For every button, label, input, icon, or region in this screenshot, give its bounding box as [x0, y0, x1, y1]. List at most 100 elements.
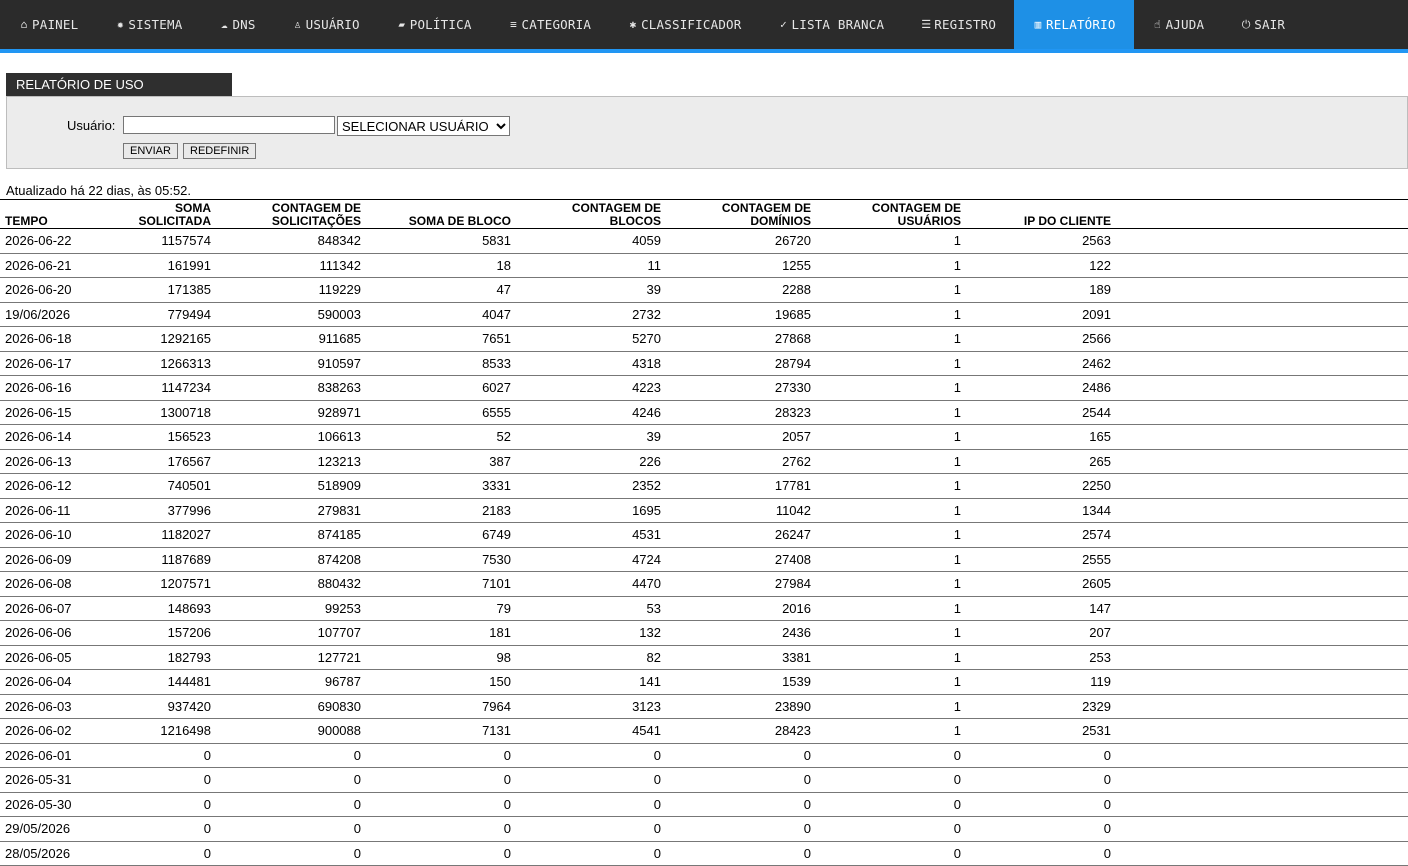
nav-label: SISTEMA	[128, 17, 183, 32]
cell-contagem-blocos: 226	[516, 449, 666, 474]
user-select[interactable]: SELECIONAR USUÁRIO	[337, 116, 510, 136]
nav-sair[interactable]: ⏻ SAIR	[1222, 0, 1303, 49]
table-row: 2026-06-13 176567 123213 387 226 2762 1 265	[0, 449, 1408, 474]
cell-soma-solicitada: 0	[105, 816, 216, 842]
cell-contagem-solicitacoes: 99253	[216, 596, 366, 621]
cell-contagem-dominios: 1255	[666, 253, 816, 278]
cell-ip-cliente: 119	[966, 669, 1116, 695]
cell-contagem-usuarios: 1	[816, 400, 966, 425]
table-row: 2026-06-14 156523 106613 52 39 2057 1 165	[0, 424, 1408, 450]
cell-contagem-blocos: 2732	[516, 302, 666, 327]
cell-soma-solicitada: 176567	[105, 449, 216, 474]
cell-tempo: 2026-06-21	[0, 253, 105, 278]
cell-soma-solicitada: 0	[105, 767, 216, 793]
cell-soma-bloco: 18	[366, 253, 516, 278]
cell-soma-solicitada: 1157574	[105, 228, 216, 254]
cell-contagem-dominios: 2016	[666, 596, 816, 621]
reset-button[interactable]: REDEFINIR	[183, 143, 257, 159]
cell-tempo: 2026-06-15	[0, 400, 105, 425]
cell-contagem-usuarios: 1	[816, 326, 966, 352]
nav-label: USUÁRIO	[305, 17, 360, 32]
nav-label: PAINEL	[32, 17, 79, 32]
cell-contagem-solicitacoes: 123213	[216, 449, 366, 474]
cell-soma-solicitada: 0	[105, 792, 216, 817]
cell-spacer	[1116, 547, 1408, 572]
cell-tempo: 2026-06-08	[0, 571, 105, 597]
cell-spacer	[1116, 522, 1408, 548]
nav-relatorio[interactable]: ▥ RELATÓRIO	[1014, 0, 1134, 49]
cell-contagem-blocos: 132	[516, 620, 666, 646]
cell-contagem-blocos: 5270	[516, 326, 666, 352]
table-row: 2026-06-01 0 0 0 0 0 0 0	[0, 743, 1408, 768]
cell-contagem-dominios: 26720	[666, 228, 816, 254]
nav-sistema[interactable]: ✹ SISTEMA	[96, 0, 200, 49]
cell-contagem-blocos: 4724	[516, 547, 666, 572]
cell-spacer	[1116, 767, 1408, 793]
cell-tempo: 2026-06-07	[0, 596, 105, 621]
cell-spacer	[1116, 375, 1408, 401]
cell-contagem-dominios: 0	[666, 743, 816, 768]
cloud-icon: ☁	[221, 18, 228, 31]
cell-ip-cliente: 1344	[966, 498, 1116, 523]
cell-contagem-dominios: 23890	[666, 694, 816, 719]
cell-soma-solicitada: 779494	[105, 302, 216, 327]
header-spacer	[1116, 199, 1408, 229]
cell-contagem-dominios: 3381	[666, 645, 816, 670]
cell-soma-bloco: 7131	[366, 718, 516, 744]
nav-politica[interactable]: ▰ POLÍTICA	[378, 0, 490, 49]
cell-contagem-blocos: 3123	[516, 694, 666, 719]
cell-tempo: 29/05/2026	[0, 816, 105, 842]
cell-soma-bloco: 47	[366, 277, 516, 303]
cell-contagem-solicitacoes: 127721	[216, 645, 366, 670]
nav-painel[interactable]: ⌂ PAINEL	[0, 0, 96, 49]
send-button[interactable]: ENVIAR	[123, 143, 178, 159]
cell-contagem-dominios: 28423	[666, 718, 816, 744]
cell-spacer	[1116, 253, 1408, 278]
cell-contagem-usuarios: 1	[816, 694, 966, 719]
check-circle-icon: ✓	[780, 18, 787, 31]
cell-ip-cliente: 2566	[966, 326, 1116, 352]
cell-ip-cliente: 0	[966, 767, 1116, 793]
cell-contagem-solicitacoes: 518909	[216, 473, 366, 499]
cell-soma-bloco: 5831	[366, 228, 516, 254]
database-icon: ☰	[921, 18, 932, 31]
cell-contagem-solicitacoes: 590003	[216, 302, 366, 327]
cell-contagem-dominios: 27330	[666, 375, 816, 401]
cell-contagem-solicitacoes: 900088	[216, 718, 366, 744]
cell-tempo: 2026-06-14	[0, 424, 105, 450]
cell-soma-solicitada: 1292165	[105, 326, 216, 352]
cell-ip-cliente: 2605	[966, 571, 1116, 597]
cell-tempo: 19/06/2026	[0, 302, 105, 327]
nav-registro[interactable]: ☰ REGISTRO	[902, 0, 1014, 49]
cell-contagem-dominios: 11042	[666, 498, 816, 523]
nav-categoria[interactable]: ≡ CATEGORIA	[490, 0, 610, 49]
table-row: 2026-06-02 1216498 900088 7131 4541 28423 1 253…	[0, 718, 1408, 744]
cell-contagem-dominios: 26247	[666, 522, 816, 548]
cell-contagem-solicitacoes: 279831	[216, 498, 366, 523]
nav-dns[interactable]: ☁ DNS	[200, 0, 273, 49]
table-row: 2026-06-11 377996 279831 2183 1695 11042 1 1344	[0, 498, 1408, 523]
user-input[interactable]	[123, 116, 335, 134]
cell-contagem-solicitacoes: 880432	[216, 571, 366, 597]
cell-ip-cliente: 265	[966, 449, 1116, 474]
nav-label: REGISTRO	[934, 17, 997, 32]
header-soma-solicitada: SOMA SOLICITADA	[105, 199, 216, 229]
cell-contagem-blocos: 4246	[516, 400, 666, 425]
cell-contagem-solicitacoes: 874185	[216, 522, 366, 548]
filter-form: Usuário: SELECIONAR USUÁRIO ENVIAR REDEF…	[6, 96, 1408, 169]
cell-soma-bloco: 7101	[366, 571, 516, 597]
table-row: 2026-06-08 1207571 880432 7101 4470 27984 1 260…	[0, 571, 1408, 597]
table-row: 19/06/2026 779494 590003 4047 2732 19685 1 2091	[0, 302, 1408, 327]
cell-tempo: 2026-06-16	[0, 375, 105, 401]
nav-ajuda[interactable]: ☝ AJUDA	[1134, 0, 1223, 49]
nav-usuario[interactable]: ♙ USUÁRIO	[274, 0, 378, 49]
nav-classificador[interactable]: ✱ CLASSIFICADOR	[609, 0, 759, 49]
table-row: 2026-06-10 1182027 874185 6749 4531 26247 1 257…	[0, 522, 1408, 548]
cell-spacer	[1116, 596, 1408, 621]
table-row: 2026-06-15 1300718 928971 6555 4246 28323 1 254…	[0, 400, 1408, 425]
cell-ip-cliente: 2555	[966, 547, 1116, 572]
cell-contagem-blocos: 39	[516, 277, 666, 303]
nav-lista-branca[interactable]: ✓ LISTA BRANCA	[760, 0, 903, 49]
table-row: 2026-06-06 157206 107707 181 132 2436 1 207	[0, 620, 1408, 646]
cell-contagem-solicitacoes: 928971	[216, 400, 366, 425]
